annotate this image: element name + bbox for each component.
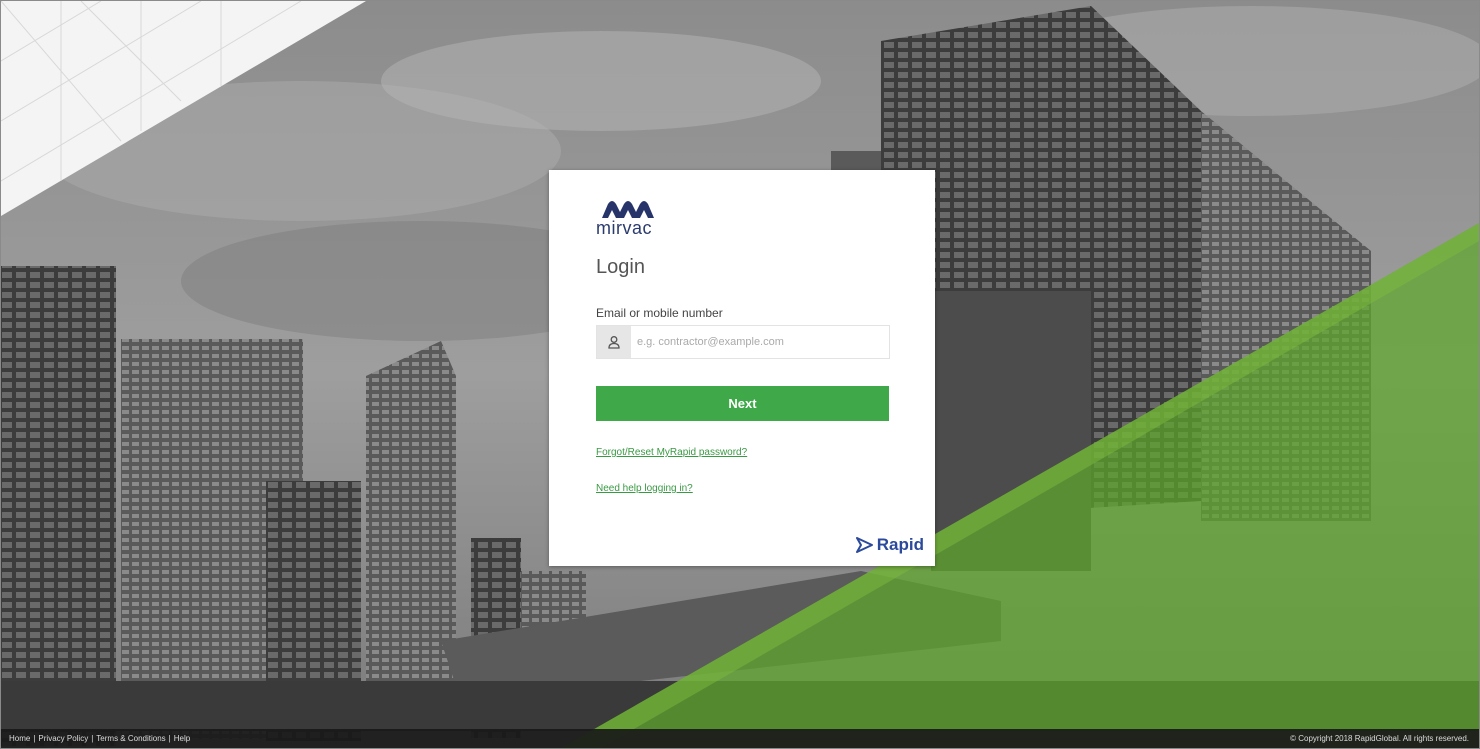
footer-link-privacy[interactable]: Privacy Policy <box>38 734 88 743</box>
mirvac-logo-icon <box>602 201 654 218</box>
rapid-logo-text: Rapid <box>876 535 924 554</box>
page-title: Login <box>596 256 645 278</box>
rapid-arrow-icon <box>855 537 873 553</box>
next-button[interactable]: Next <box>596 386 889 421</box>
logo-text: mirvac <box>596 218 652 238</box>
copyright-text: © Copyright 2018 RapidGlobal. All rights… <box>1290 734 1469 743</box>
login-page: mirvac Login Email or mobile number Next… <box>0 0 1480 749</box>
mirvac-logo: mirvac <box>596 196 676 238</box>
footer-bar: Home | Privacy Policy | Terms & Conditio… <box>1 729 1479 748</box>
footer-separator: | <box>168 734 171 743</box>
email-input-group <box>596 325 890 359</box>
forgot-password-link[interactable]: Forgot/Reset MyRapid password? <box>596 447 747 458</box>
footer-link-help[interactable]: Help <box>174 734 190 743</box>
footer-separator: | <box>91 734 94 743</box>
footer-link-home[interactable]: Home <box>9 734 30 743</box>
email-label: Email or mobile number <box>596 306 723 320</box>
footer-links: Home | Privacy Policy | Terms & Conditio… <box>9 734 190 743</box>
help-login-link[interactable]: Need help logging in? <box>596 483 693 494</box>
footer-link-terms[interactable]: Terms & Conditions <box>96 734 165 743</box>
email-input[interactable] <box>637 326 881 358</box>
footer-separator: | <box>33 734 36 743</box>
login-card: mirvac Login Email or mobile number Next… <box>549 170 935 566</box>
rapid-logo: Rapid <box>855 535 924 555</box>
user-icon <box>597 326 631 358</box>
